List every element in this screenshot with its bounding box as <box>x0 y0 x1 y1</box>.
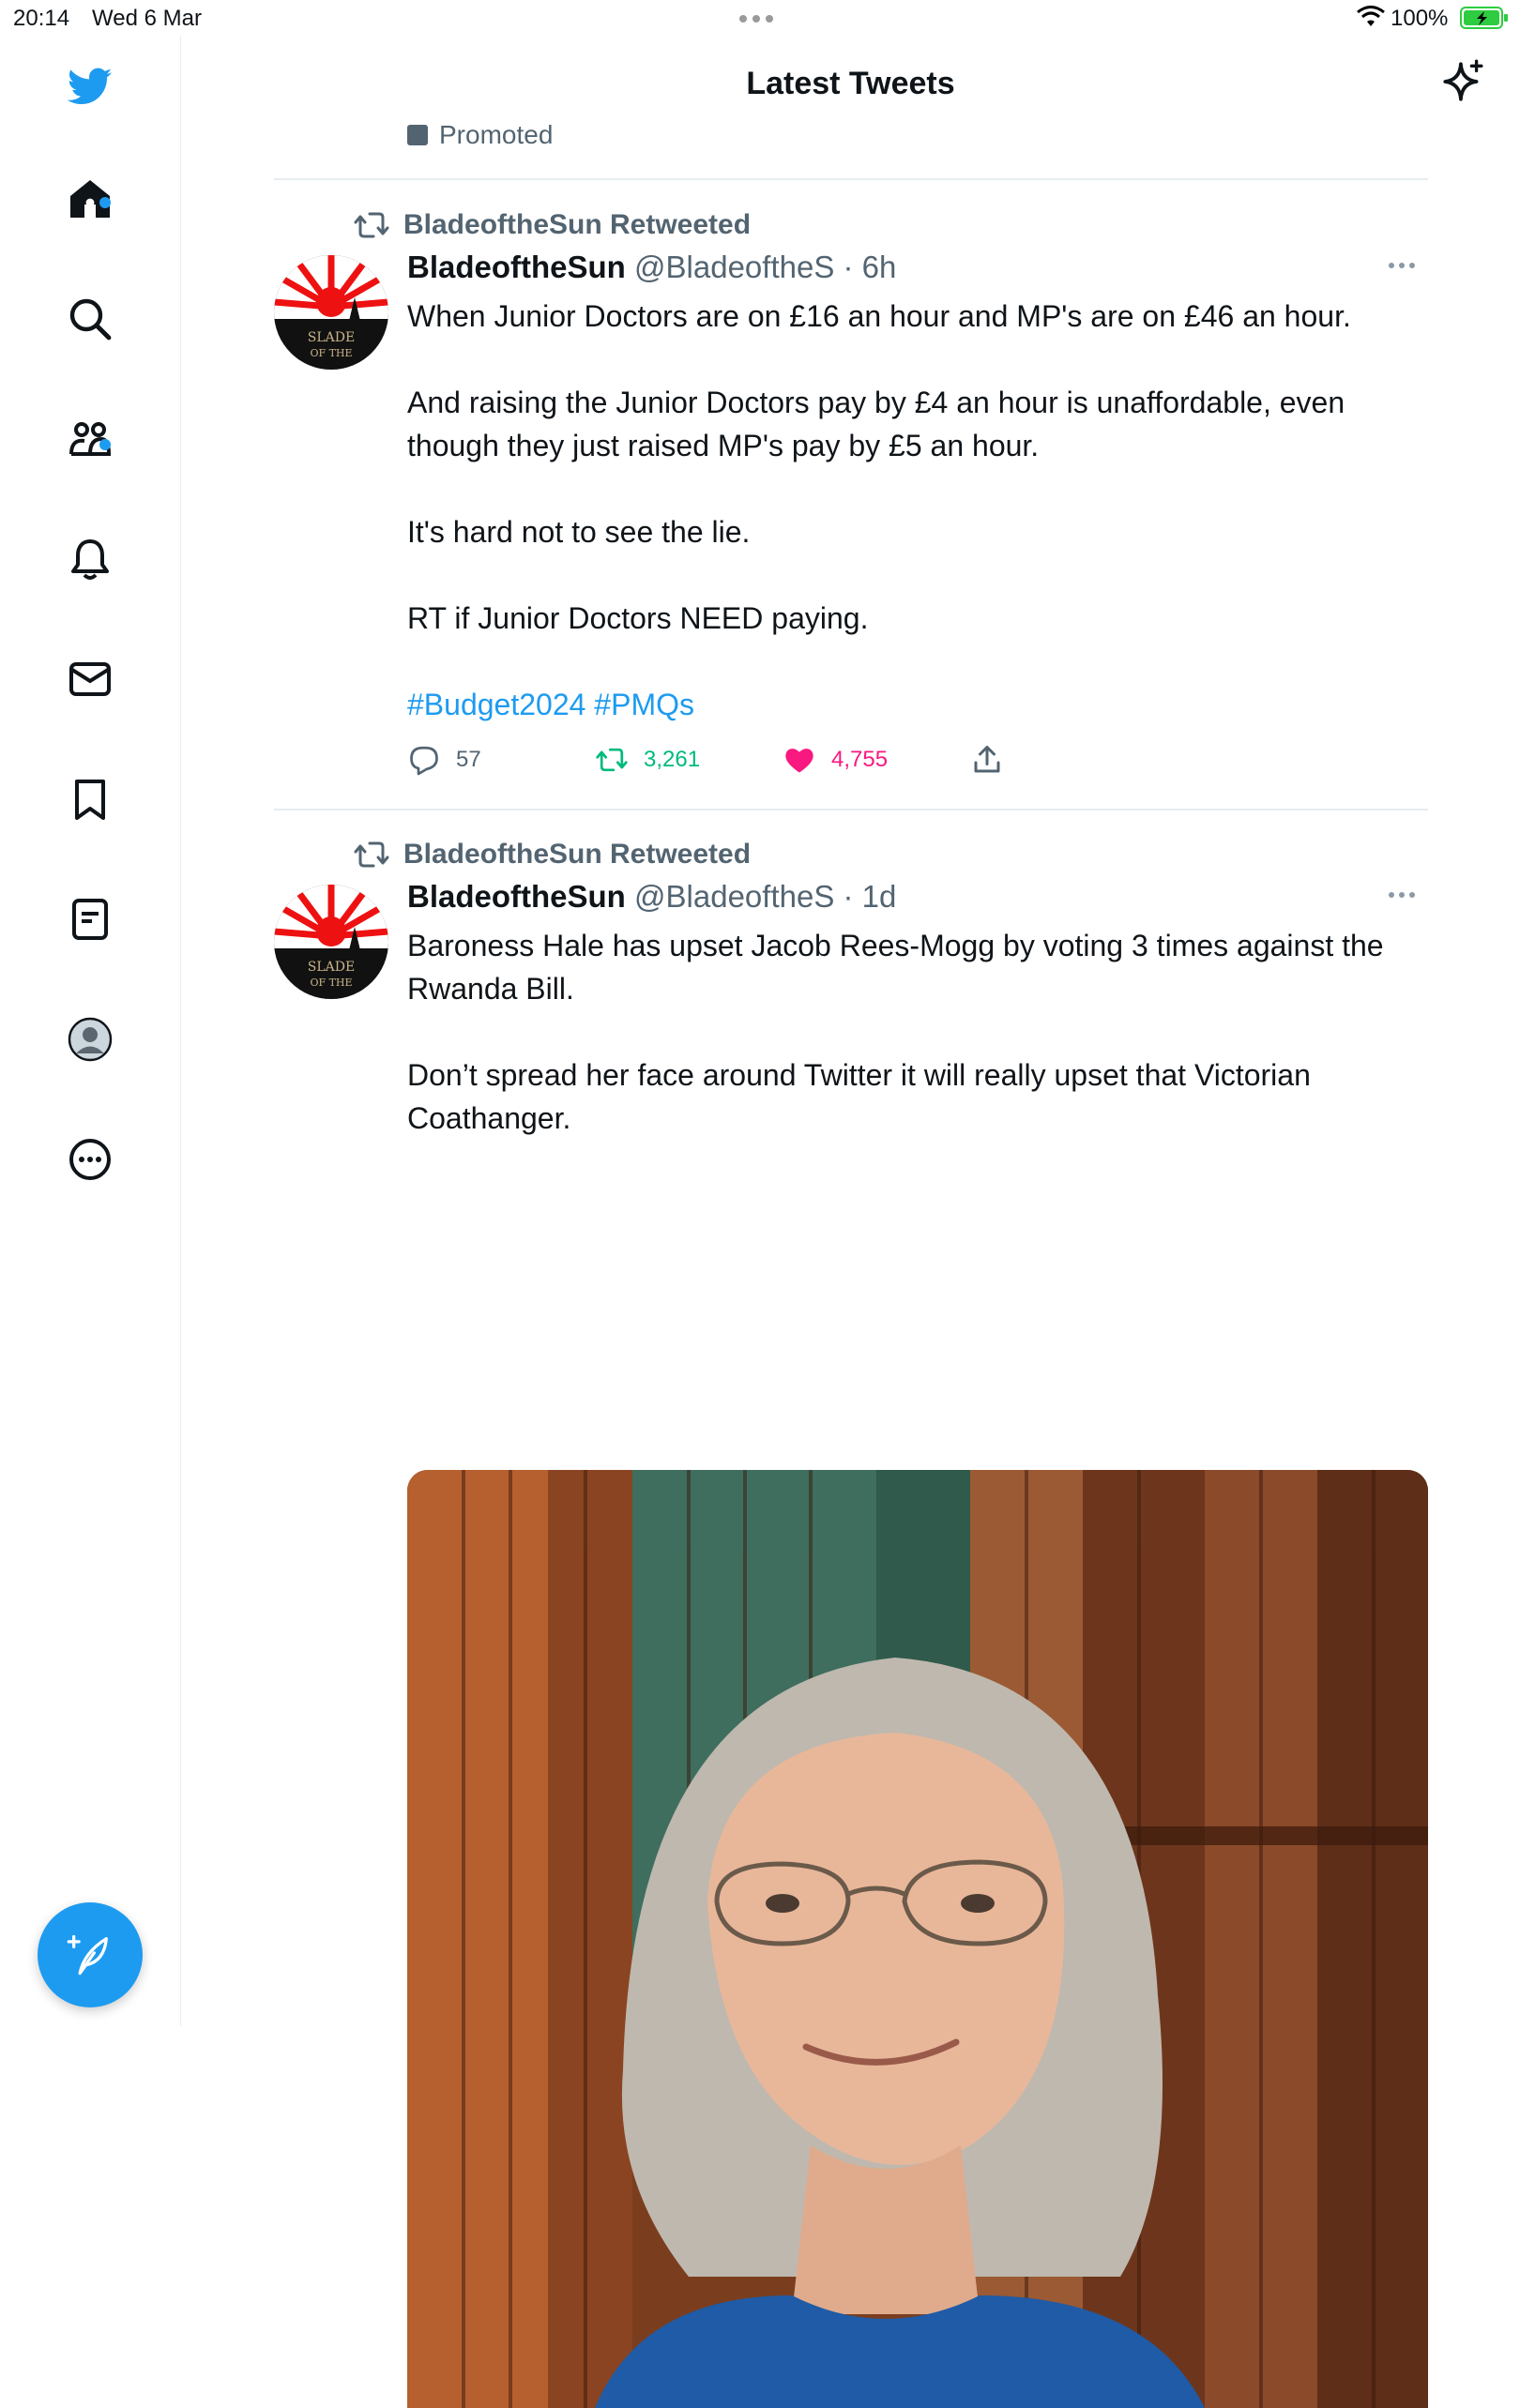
like-count: 4,755 <box>831 747 889 772</box>
promoted-icon <box>407 125 428 145</box>
status-time: 20:14 <box>13 6 70 31</box>
tweet-photo[interactable] <box>407 1470 1428 2408</box>
tweet-card[interactable]: BladeoftheSun Retweeted SLADE OF THE Bla… <box>274 208 1428 776</box>
retweet-small-icon <box>354 841 389 868</box>
tweet-card[interactable]: BladeoftheSun Retweeted SLADE OF THE Bla… <box>274 838 1428 2408</box>
share-icon <box>974 746 1000 773</box>
retweet-small-icon <box>354 212 389 238</box>
reply-button[interactable]: 57 <box>407 743 595 777</box>
tweet-text: When Junior Doctors are on £16 an hour a… <box>407 295 1425 769</box>
tweet-paragraph: It's hard not to see the lie. <box>407 515 751 549</box>
author-handle[interactable]: @BladeoftheS <box>634 250 834 284</box>
svg-text:SLADE: SLADE <box>308 330 355 345</box>
retweet-button[interactable]: 3,261 <box>595 743 783 777</box>
like-button[interactable]: 4,755 <box>783 743 970 777</box>
compose-tweet-button[interactable] <box>38 1902 143 2007</box>
avatar[interactable]: SLADE OF THE <box>274 255 388 370</box>
messages-icon[interactable] <box>62 651 118 707</box>
svg-text:OF THE: OF THE <box>310 977 352 989</box>
sparkle-icon[interactable] <box>1439 58 1486 105</box>
tweet-header: BladeoftheSun @BladeoftheS · 6h <box>407 250 896 285</box>
status-date: Wed 6 Mar <box>92 6 202 31</box>
home-notification-dot <box>99 197 111 208</box>
avatar[interactable]: SLADE OF THE <box>274 885 388 999</box>
sidebar-nav <box>0 36 181 2026</box>
author-handle[interactable]: @BladeoftheS <box>634 879 834 914</box>
retweet-count: 3,261 <box>644 747 701 772</box>
lists-icon[interactable] <box>62 891 118 947</box>
divider <box>274 809 1428 810</box>
more-options-button[interactable] <box>1389 892 1415 898</box>
twitter-logo-icon[interactable] <box>62 58 118 114</box>
profile-icon[interactable] <box>62 1011 118 1068</box>
share-button[interactable] <box>970 743 1158 777</box>
svg-text:SLADE: SLADE <box>308 960 355 975</box>
retweet-label: BladeoftheSun Retweeted <box>403 209 752 240</box>
status-bar: 20:14 Wed 6 Mar 100% <box>0 0 1520 36</box>
more-icon[interactable] <box>62 1131 118 1188</box>
heart-icon <box>785 749 813 773</box>
retweet-label: BladeoftheSun Retweeted <box>403 839 752 870</box>
retweet-icon <box>596 748 628 772</box>
divider <box>274 178 1428 180</box>
search-icon[interactable] <box>62 291 118 347</box>
tweet-header: BladeoftheSun @BladeoftheS · 1d <box>407 879 896 915</box>
retweet-indicator: BladeoftheSun Retweeted <box>353 208 751 242</box>
wifi-icon <box>1357 6 1385 26</box>
battery-percent: 100% <box>1391 6 1449 31</box>
promoted-text: Promoted <box>439 120 554 149</box>
tweet-paragraph: Don’t spread her face around Twitter it … <box>407 1058 1311 1135</box>
compose-feather-icon <box>67 1934 108 1976</box>
battery-icon <box>1460 7 1508 29</box>
author-name[interactable]: BladeoftheSun <box>407 879 626 914</box>
tweet-paragraph: RT if Junior Doctors NEED paying. <box>407 601 869 635</box>
multitasking-dots[interactable] <box>739 15 773 23</box>
bookmarks-icon[interactable] <box>62 771 118 827</box>
reply-icon <box>410 746 438 776</box>
tweet-text: Baroness Hale has upset Jacob Rees-Mogg … <box>407 924 1425 1183</box>
page-title: Latest Tweets <box>746 66 955 101</box>
tweet-time[interactable]: · 6h <box>844 250 897 284</box>
hashtags-link[interactable]: #Budget2024 #PMQs <box>407 683 1425 726</box>
svg-text:OF THE: OF THE <box>310 347 352 359</box>
tweet-paragraph: When Junior Doctors are on £16 an hour a… <box>407 299 1351 333</box>
tweet-paragraph: Baroness Hale has upset Jacob Rees-Mogg … <box>407 929 1384 1006</box>
tweet-time[interactable]: · 1d <box>844 879 897 914</box>
author-name[interactable]: BladeoftheSun <box>407 250 626 284</box>
notifications-icon[interactable] <box>62 531 118 587</box>
tweet-actions: 57 3,261 4,755 <box>407 743 1158 777</box>
promoted-label: Promoted <box>407 120 553 150</box>
retweet-indicator: BladeoftheSun Retweeted <box>353 838 751 871</box>
more-options-button[interactable] <box>1389 263 1415 268</box>
timeline-header: Latest Tweets <box>181 36 1520 139</box>
communities-notification-dot <box>99 439 111 450</box>
reply-count: 57 <box>456 747 481 772</box>
tweet-paragraph: And raising the Junior Doctors pay by £4… <box>407 386 1345 462</box>
communities-icon[interactable] <box>62 411 118 467</box>
